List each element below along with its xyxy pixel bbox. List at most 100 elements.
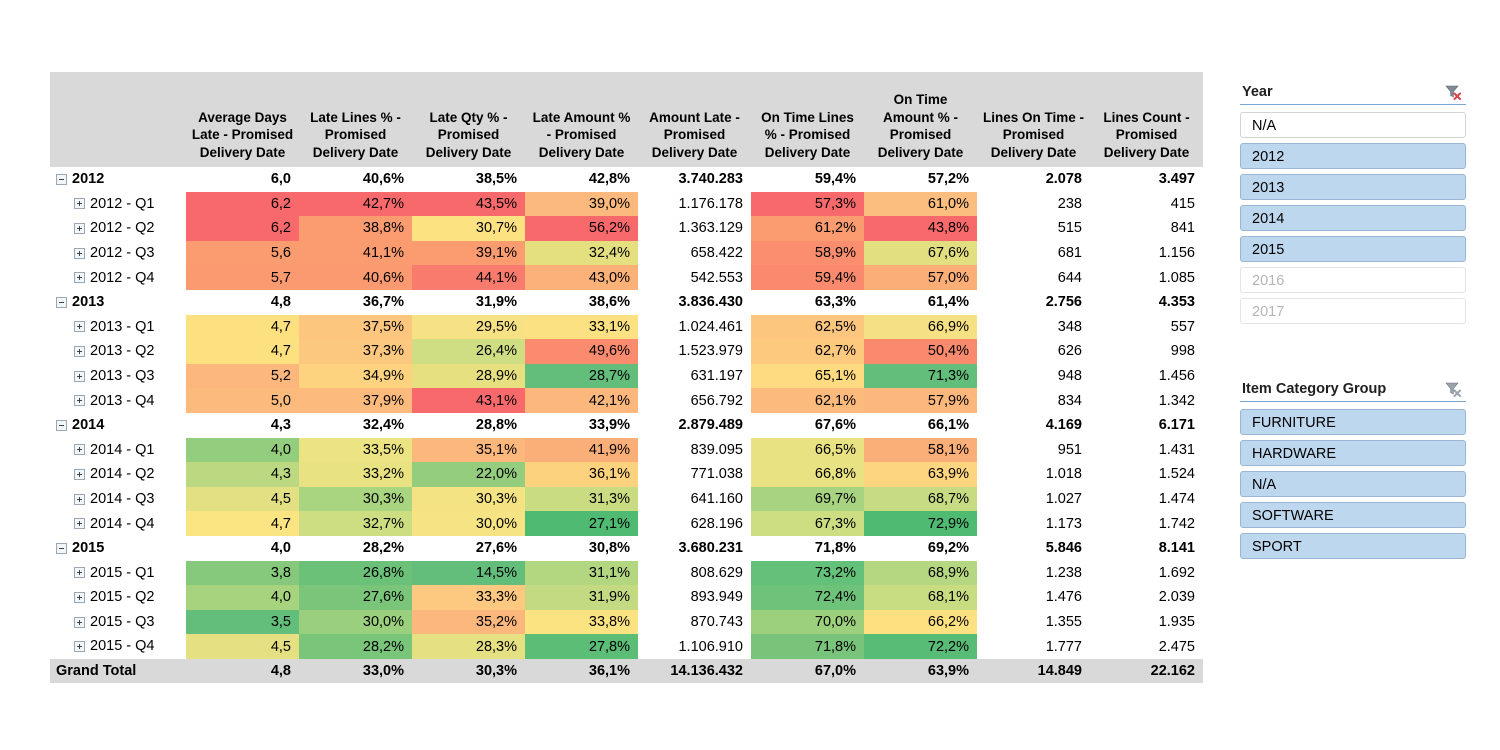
data-cell: 66,8% [751, 462, 864, 487]
row-label-cell[interactable]: 2012 - Q4 [50, 265, 186, 290]
expand-icon[interactable] [74, 518, 85, 530]
data-cell: 37,3% [299, 339, 412, 364]
slicer-item[interactable]: 2014 [1240, 205, 1466, 231]
row-label-cell[interactable]: 2014 - Q1 [50, 437, 186, 463]
row-label-cell[interactable]: 2014 - Q2 [50, 462, 186, 487]
collapse-icon[interactable] [56, 173, 67, 185]
slicer-item[interactable]: 2012 [1240, 143, 1466, 169]
slicer-item[interactable]: N/A [1240, 112, 1466, 138]
column-header-8[interactable]: Lines Count - Promised Delivery Date [1090, 72, 1203, 167]
data-cell: 1.024.461 [638, 314, 751, 340]
row-label-cell[interactable]: 2012 - Q2 [50, 216, 186, 241]
expand-icon[interactable] [74, 395, 85, 407]
clear-filter-icon[interactable] [1444, 84, 1462, 100]
expand-icon[interactable] [74, 272, 85, 284]
row-label-cell[interactable]: 2013 - Q4 [50, 388, 186, 413]
data-cell: 415 [1090, 191, 1203, 217]
data-cell: 61,4% [864, 289, 977, 315]
expand-icon[interactable] [74, 641, 85, 653]
expand-icon[interactable] [74, 469, 85, 480]
expand-icon[interactable] [74, 198, 85, 210]
row-label-cell[interactable]: 2013 - Q1 [50, 314, 186, 340]
slicer-title: Year [1242, 84, 1273, 100]
row-label-cell[interactable]: 2013 [50, 289, 186, 315]
data-cell: 68,1% [864, 585, 977, 610]
column-header-0[interactable]: Average Days Late - Promised Delivery Da… [186, 72, 299, 167]
data-cell: 839.095 [638, 437, 751, 463]
slicer-item[interactable]: HARDWARE [1240, 440, 1466, 466]
row-label-cell[interactable]: 2012 [50, 167, 186, 192]
data-cell: 1.027 [977, 486, 1090, 512]
expand-icon[interactable] [74, 223, 85, 235]
expand-icon[interactable] [74, 493, 85, 505]
slicer-item[interactable]: N/A [1240, 471, 1466, 497]
column-header-rowlabels[interactable] [50, 72, 186, 167]
clear-filter-icon[interactable] [1444, 381, 1462, 397]
collapse-icon[interactable] [56, 419, 67, 431]
row-label-cell[interactable]: 2015 - Q3 [50, 609, 186, 635]
data-cell: 1.355 [977, 609, 1090, 635]
data-cell: 38,5% [412, 167, 525, 192]
expand-icon[interactable] [74, 591, 85, 603]
slicer-item[interactable]: 2016 [1240, 267, 1466, 293]
row-label-cell[interactable]: 2015 - Q1 [50, 560, 186, 586]
slicer-items: FURNITURE HARDWARE N/A SOFTWARE SPORT [1240, 402, 1466, 559]
table-row: 2012 6,0 40,6% 38,5% 42,8% 3.740.283 59,4% 57,2… [50, 167, 1203, 192]
expand-icon[interactable] [74, 444, 85, 456]
column-header-6[interactable]: On Time Amount % - Promised Delivery Dat… [864, 72, 977, 167]
row-label-cell[interactable]: 2015 - Q2 [50, 585, 186, 610]
slicer-item[interactable]: SPORT [1240, 533, 1466, 559]
data-cell: 4,0 [186, 437, 299, 463]
data-cell: 50,4% [864, 339, 977, 364]
slicer-item[interactable]: SOFTWARE [1240, 502, 1466, 528]
expand-icon[interactable] [74, 616, 85, 628]
slicer-year: Year N/A 2012 2013 2014 2015 2016 2017 [1240, 84, 1466, 329]
row-label-cell[interactable]: 2014 [50, 412, 186, 438]
column-header-4[interactable]: Amount Late - Promised Delivery Date [638, 72, 751, 167]
collapse-icon[interactable] [56, 296, 67, 308]
expand-icon[interactable] [74, 567, 85, 579]
row-label-cell[interactable]: 2015 [50, 535, 186, 561]
data-cell: 42,7% [299, 191, 412, 217]
column-header-7[interactable]: Lines On Time - Promised Delivery Date [977, 72, 1090, 167]
data-cell: 69,2% [864, 535, 977, 561]
column-header-1[interactable]: Late Lines % - Promised Delivery Date [299, 72, 412, 167]
slicer-item[interactable]: FURNITURE [1240, 409, 1466, 435]
data-cell: 41,1% [299, 240, 412, 266]
row-label-cell[interactable]: 2014 - Q3 [50, 486, 186, 512]
row-label-cell[interactable]: 2015 - Q4 [50, 634, 186, 659]
row-label-cell[interactable]: 2013 - Q3 [50, 363, 186, 389]
expand-icon[interactable] [74, 370, 85, 382]
row-label-cell[interactable]: 2012 - Q1 [50, 191, 186, 217]
data-cell: 38,8% [299, 216, 412, 241]
expand-icon[interactable] [74, 346, 85, 358]
table-row: 2014 - Q3 4,5 30,3% 30,3% 31,3% 641.160 69,7% 6… [50, 486, 1203, 512]
row-label-cell[interactable]: 2013 - Q2 [50, 339, 186, 364]
data-cell: 5,2 [186, 363, 299, 389]
column-header-2[interactable]: Late Qty % - Promised Delivery Date [412, 72, 525, 167]
column-header-3[interactable]: Late Amount % - Promised Delivery Date [525, 72, 638, 167]
slicer-item[interactable]: 2013 [1240, 174, 1466, 200]
row-label-cell[interactable]: 2014 - Q4 [50, 511, 186, 536]
data-cell: 72,9% [864, 511, 977, 536]
data-cell: 1.935 [1090, 609, 1203, 635]
data-cell: 8.141 [1090, 535, 1203, 561]
slicer-item[interactable]: 2015 [1240, 236, 1466, 262]
slicer-item[interactable]: 2017 [1240, 298, 1466, 324]
data-cell: 30,0% [412, 511, 525, 536]
row-label-cell[interactable]: Grand Total [50, 658, 186, 684]
data-cell: 4,7 [186, 314, 299, 340]
row-label-text: 2012 - Q2 [90, 220, 155, 237]
table-row: 2014 - Q4 4,7 32,7% 30,0% 27,1% 628.196 67,3% 7… [50, 511, 1203, 536]
expand-icon[interactable] [74, 247, 85, 259]
row-label-cell[interactable]: 2012 - Q3 [50, 240, 186, 266]
data-cell: 1.777 [977, 634, 1090, 659]
data-cell: 557 [1090, 314, 1203, 340]
data-cell: 515 [977, 216, 1090, 241]
column-header-5[interactable]: On Time Lines % - Promised Delivery Date [751, 72, 864, 167]
data-cell: 30,7% [412, 216, 525, 241]
data-cell: 33,9% [525, 412, 638, 438]
collapse-icon[interactable] [56, 542, 67, 554]
expand-icon[interactable] [74, 321, 85, 333]
data-cell: 61,0% [864, 191, 977, 217]
